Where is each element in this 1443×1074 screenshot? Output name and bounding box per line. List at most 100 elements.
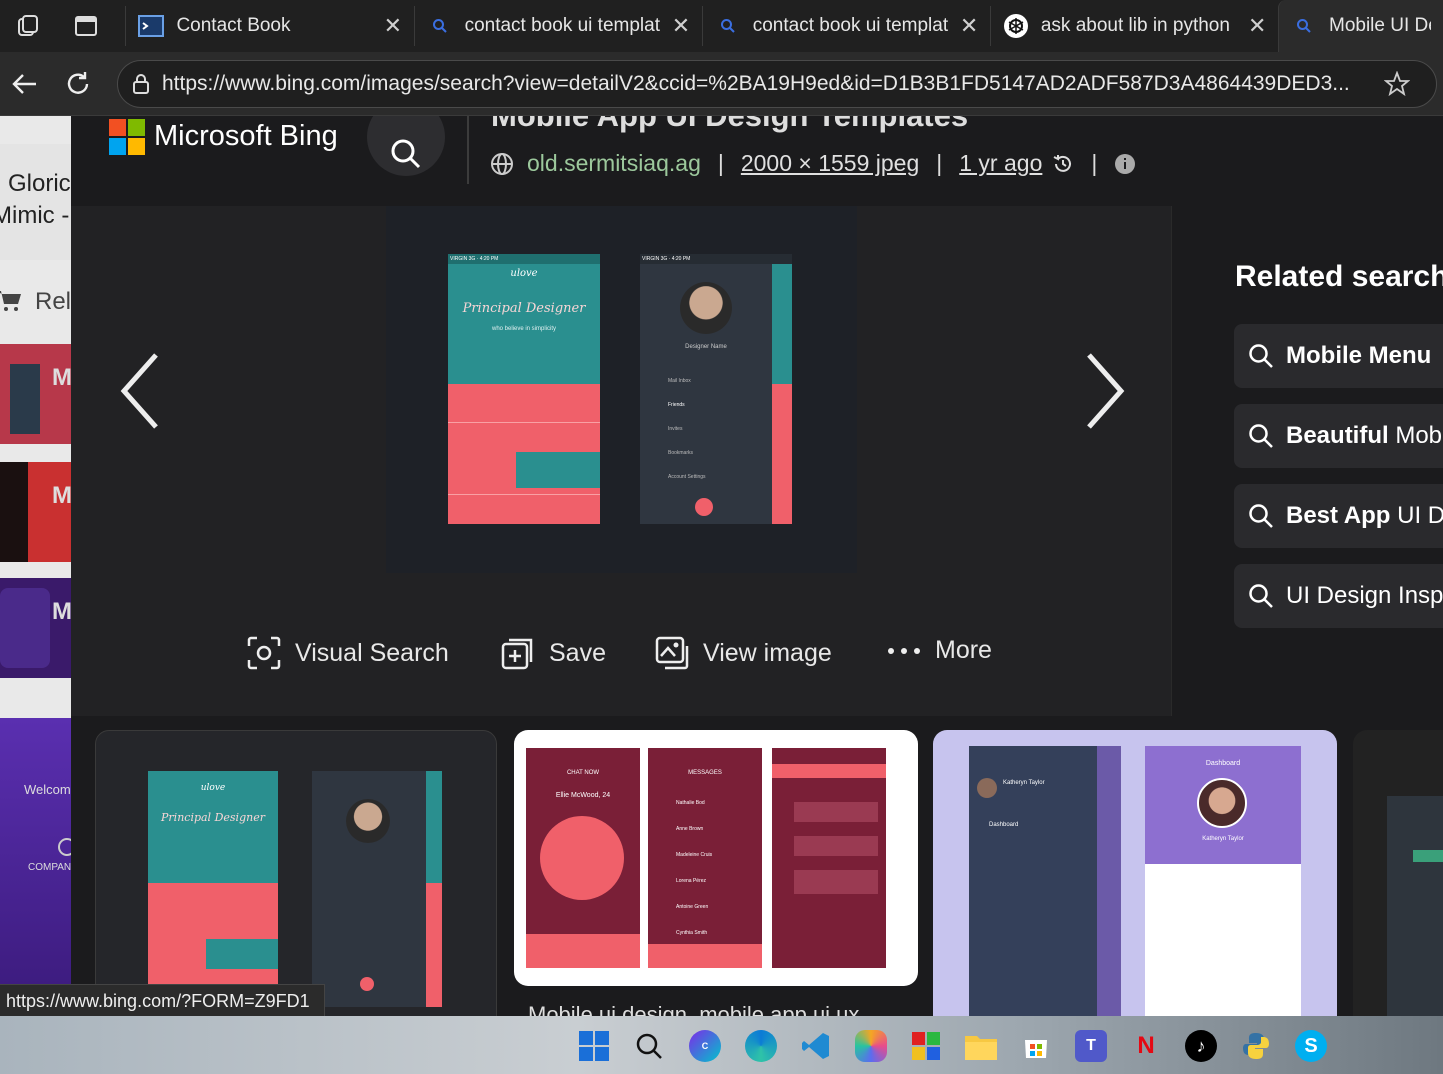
search-icon: [1249, 344, 1273, 368]
message-name: Nathalie Bod: [676, 800, 705, 806]
brand-text: ulove: [200, 783, 226, 793]
related-item-best-app[interactable]: Best App UI D: [1234, 484, 1443, 548]
back-button[interactable]: [4, 64, 44, 104]
tiktok-icon[interactable]: ♪: [1185, 1030, 1217, 1062]
terminal-icon: [138, 13, 165, 39]
image-title: Mobile App UI Design Templates: [491, 116, 968, 134]
tab-mobile-ui-active[interactable]: Mobile UI Des: [1278, 0, 1443, 52]
info-icon[interactable]: [1114, 153, 1136, 175]
overlay-header: Microsoft Bing Mobile App UI Design Temp…: [71, 116, 1443, 206]
menu-item: Dashboard: [989, 822, 1019, 828]
thumbnail[interactable]: M: [0, 344, 71, 444]
page-text: Rel: [35, 288, 71, 315]
related-label: Mobile Menu: [1286, 342, 1432, 369]
tab-contact-book[interactable]: Contact Book ✕: [125, 6, 413, 46]
similar-thumbnail[interactable]: CHAT NOW Ellie McWood, 24 MESSAGES Natha…: [514, 730, 918, 986]
separator: |: [936, 150, 943, 176]
microsoft-logo-icon[interactable]: [109, 119, 145, 155]
related-item-ui-design[interactable]: UI Design Insp: [1234, 564, 1443, 628]
underlying-page: Gloric Mimic - Rel M M M Welcom COMPAN: [0, 116, 71, 1016]
hero-title: Principal Designer: [161, 811, 265, 824]
image-meta: old.sermitsiaq.ag | 2000 × 1559 jpeg | 1…: [489, 150, 1136, 177]
edge-icon[interactable]: [745, 1030, 777, 1062]
similar-thumbnail[interactable]: ulove Principal Designer: [95, 730, 497, 1016]
thumbnail[interactable]: Welcom COMPAN: [0, 718, 71, 1016]
menu-item: Bookmarks: [668, 450, 694, 456]
previous-arrow-icon[interactable]: [116, 351, 166, 431]
shopping-cart-icon: [0, 288, 22, 317]
tab-chatgpt[interactable]: ask about lib in python ✕: [989, 6, 1278, 46]
history-icon[interactable]: [1052, 153, 1074, 175]
close-tab-icon[interactable]: ✕: [672, 13, 690, 39]
save-button[interactable]: Save: [501, 636, 606, 670]
file-explorer-icon[interactable]: [965, 1030, 997, 1062]
related-label: Beautiful Mob: [1286, 422, 1443, 449]
image-detail-overlay: Microsoft Bing Mobile App UI Design Temp…: [71, 116, 1443, 1016]
save-label: Save: [549, 638, 606, 667]
windows-taskbar: C T N ♪ S: [0, 1016, 1443, 1074]
menu-item: Account Settings: [668, 474, 706, 480]
status-url-tooltip: https://www.bing.com/?FORM=Z9FD1: [0, 984, 325, 1018]
bing-search-icon: [1291, 13, 1317, 39]
url-field[interactable]: https://www.bing.com/images/search?view=…: [117, 60, 1437, 108]
lock-icon[interactable]: [130, 73, 152, 95]
tab-title: Contact Book: [176, 15, 291, 36]
tab-title: Mobile UI Des: [1329, 15, 1431, 36]
source-link[interactable]: old.sermitsiaq.ag: [527, 150, 701, 177]
netflix-icon[interactable]: N: [1130, 1030, 1162, 1062]
refresh-button[interactable]: [58, 64, 98, 104]
dimensions-link[interactable]: 2000 × 1559 jpeg: [741, 150, 919, 177]
search-icon: [391, 139, 421, 169]
dashboard-title: Dashboard: [1205, 760, 1241, 767]
tab-bar: Contact Book ✕ contact book ui templat ✕…: [0, 0, 1443, 52]
brand-text: ulove: [510, 268, 538, 279]
skype-icon[interactable]: S: [1295, 1030, 1327, 1062]
vscode-icon[interactable]: [800, 1030, 832, 1062]
tab-search-1[interactable]: contact book ui templat ✕: [413, 6, 702, 46]
menu-item: Invites: [668, 426, 683, 432]
related-item-beautiful[interactable]: Beautiful Mob: [1234, 404, 1443, 468]
bing-search-icon: [427, 13, 453, 39]
more-label: More: [935, 636, 992, 664]
next-arrow-icon[interactable]: [1079, 351, 1129, 431]
tab-search-2[interactable]: contact book ui templat ✕: [701, 6, 990, 46]
bing-brand[interactable]: Microsoft Bing: [154, 120, 338, 153]
close-tab-icon[interactable]: ✕: [960, 13, 978, 39]
main-preview-image[interactable]: VIRGIN 3G · 4:20 PM ulove Principal Desi…: [386, 206, 857, 573]
python-icon[interactable]: [1240, 1030, 1272, 1062]
close-tab-icon[interactable]: ✕: [384, 13, 402, 39]
windows-start-icon[interactable]: [578, 1030, 610, 1062]
phone-mockup-left: VIRGIN 3G · 4:20 PM ulove Principal Desi…: [448, 254, 600, 524]
phone-mockup-right: VIRGIN 3G · 4:20 PM Designer Name Mail I…: [640, 254, 792, 524]
teams-icon[interactable]: T: [1075, 1030, 1107, 1062]
thumbnail[interactable]: M: [0, 462, 71, 562]
thumb-label: M: [52, 482, 71, 509]
thumbnail-caption[interactable]: Mobile ui design, mobile app ui ux: [528, 1002, 859, 1016]
copilot-icon[interactable]: [855, 1030, 887, 1062]
search-icon: [1249, 424, 1273, 448]
search-button[interactable]: [367, 116, 445, 176]
globe-icon: [491, 152, 513, 175]
similar-thumbnail[interactable]: [1353, 730, 1443, 1016]
separator: |: [717, 150, 724, 176]
microsoft-store-icon[interactable]: [1020, 1030, 1052, 1062]
save-collection-icon: [501, 638, 533, 670]
close-tab-icon[interactable]: ✕: [1248, 13, 1266, 39]
store-colorful-icon[interactable]: [910, 1030, 942, 1062]
similar-thumbnail[interactable]: Katheryn Taylor Dashboard Dashboard Kath…: [933, 730, 1337, 1016]
tab-actions-icon[interactable]: [66, 6, 106, 46]
tab-title: contact book ui templat: [752, 15, 949, 36]
view-image-button[interactable]: View image: [655, 636, 832, 670]
more-button[interactable]: More: [887, 636, 992, 665]
related-item-mobile-menu[interactable]: Mobile Menu: [1234, 324, 1443, 388]
favorite-star-icon[interactable]: [1384, 71, 1410, 97]
workspaces-icon[interactable]: [8, 6, 48, 46]
page-text: Mimic -: [0, 202, 70, 229]
search-icon[interactable]: [633, 1030, 665, 1062]
thumbnail[interactable]: M: [0, 578, 71, 678]
visual-search-button[interactable]: Visual Search: [247, 636, 449, 670]
canva-icon[interactable]: C: [689, 1030, 721, 1062]
message-name: Madeleine Cruis: [676, 852, 713, 858]
age-link[interactable]: 1 yr ago: [959, 150, 1042, 177]
thumb-label: COMPAN: [28, 862, 71, 873]
